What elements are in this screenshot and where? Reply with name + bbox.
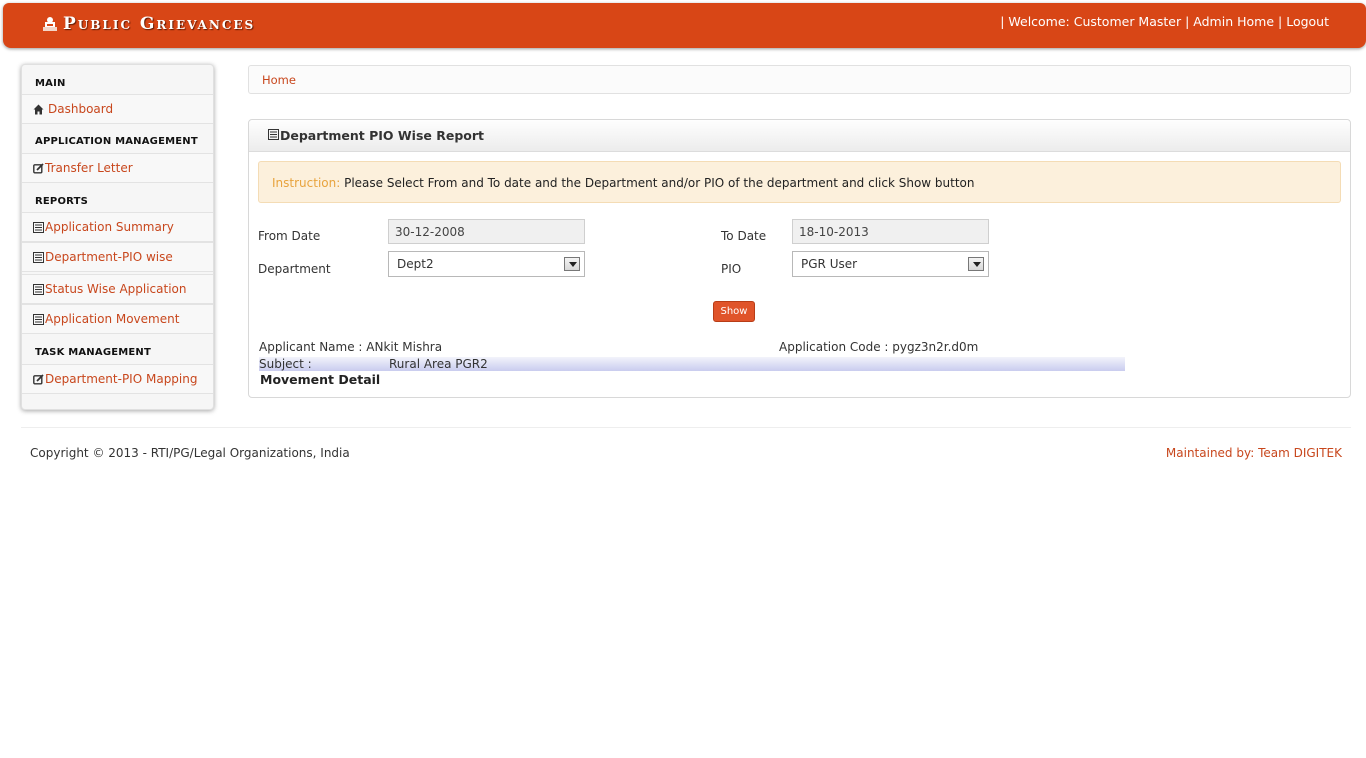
sidebar-item-label: Transfer Letter	[45, 161, 133, 175]
from-date-label: From Date	[258, 229, 321, 243]
sidebar-item-label: Application Movement	[45, 312, 180, 326]
welcome-user-link[interactable]: | Welcome: Customer Master	[1000, 14, 1181, 29]
sidebar: MAIN Dashboard APPLICATION MANAGEMENT Tr…	[21, 64, 214, 410]
sidebar-item-status-wise-application[interactable]: Status Wise Application	[22, 274, 213, 304]
list-icon	[33, 313, 44, 325]
edit-icon	[33, 373, 44, 385]
sidebar-heading-main: MAIN	[35, 78, 66, 89]
department-label: Department	[258, 262, 331, 276]
sidebar-item-label: Status Wise Application	[45, 282, 187, 296]
sidebar-item-dashboard[interactable]: Dashboard	[22, 94, 213, 124]
sidebar-item-label: Department-PIO Mapping	[45, 372, 198, 386]
top-nav: | Welcome: Customer Master | Admin Home …	[1000, 14, 1329, 29]
pio-label: PIO	[721, 262, 742, 276]
sidebar-item-department-pio-wise[interactable]: Department-PIO wise	[22, 242, 213, 272]
subject-label: Subject :	[259, 357, 312, 371]
subject-row: Subject : Rural Area PGR2	[259, 357, 1125, 371]
sidebar-heading-task-management: TASK MANAGEMENT	[35, 347, 152, 358]
footer-copyright: Copyright © 2013 - RTI/PG/Legal Organiza…	[30, 446, 350, 460]
instruction-alert: Instruction: Please Select From and To d…	[258, 161, 1341, 203]
chevron-down-icon[interactable]	[564, 257, 580, 271]
home-icon	[33, 104, 44, 115]
instruction-body: Please Select From and To date and the D…	[340, 176, 975, 190]
pio-selected-value: PGR User	[801, 257, 858, 271]
applicant-name: Applicant Name : ANkit Mishra	[259, 340, 443, 354]
brand[interactable]: Public Grievances	[41, 14, 255, 34]
from-date-input[interactable]: 30-12-2008	[388, 219, 585, 244]
instruction-label: Instruction:	[272, 176, 341, 190]
subject-value: Rural Area PGR2	[389, 357, 488, 371]
breadcrumb: Home	[248, 65, 1351, 94]
list-icon	[33, 283, 44, 295]
sidebar-item-application-movement[interactable]: Application Movement	[22, 304, 213, 334]
to-date-input[interactable]: 18-10-2013	[792, 219, 989, 244]
edit-icon	[33, 162, 44, 174]
logout-link[interactable]: | Logout	[1278, 14, 1329, 29]
list-icon	[268, 128, 279, 143]
list-icon	[33, 251, 44, 263]
panel-title: Department PIO Wise Report	[268, 128, 484, 143]
brand-title: Public Grievances	[63, 14, 256, 34]
footer-divider	[21, 427, 1351, 428]
footer-maintained-by: Maintained by: Team DIGITEK	[1165, 446, 1342, 460]
chevron-down-icon[interactable]	[968, 257, 984, 271]
department-selected-value: Dept2	[397, 257, 434, 271]
admin-home-link[interactable]: | Admin Home	[1185, 14, 1274, 29]
sidebar-item-application-summary[interactable]: Application Summary	[22, 212, 213, 242]
application-code: Application Code : pygz3n2r.d0m	[779, 340, 979, 354]
sidebar-item-label: Dashboard	[48, 102, 114, 116]
panel-header: Department PIO Wise Report	[249, 120, 1350, 152]
movement-detail-heading: Movement Detail	[260, 372, 381, 387]
emblem-icon	[43, 17, 57, 31]
pio-select[interactable]: PGR User	[792, 251, 989, 277]
sidebar-item-label: Application Summary	[45, 220, 174, 234]
department-select[interactable]: Dept2	[388, 251, 585, 277]
breadcrumb-home-link[interactable]: Home	[262, 73, 296, 87]
top-header-bar: Public Grievances | Welcome: Customer Ma…	[3, 3, 1366, 48]
sidebar-item-transfer-letter[interactable]: Transfer Letter	[22, 153, 213, 183]
list-icon	[33, 221, 44, 233]
panel-title-text: Department PIO Wise Report	[280, 128, 485, 143]
report-panel: Department PIO Wise Report Instruction: …	[248, 119, 1351, 398]
to-date-label: To Date	[721, 229, 767, 243]
sidebar-heading-application-management: APPLICATION MANAGEMENT	[35, 136, 198, 147]
sidebar-heading-reports: REPORTS	[35, 196, 89, 207]
sidebar-item-department-pio-mapping[interactable]: Department-PIO Mapping	[22, 364, 213, 394]
show-button[interactable]: Show	[713, 301, 755, 322]
instruction-text: Instruction: Please Select From and To d…	[272, 176, 975, 190]
sidebar-item-label: Department-PIO wise	[45, 250, 173, 264]
